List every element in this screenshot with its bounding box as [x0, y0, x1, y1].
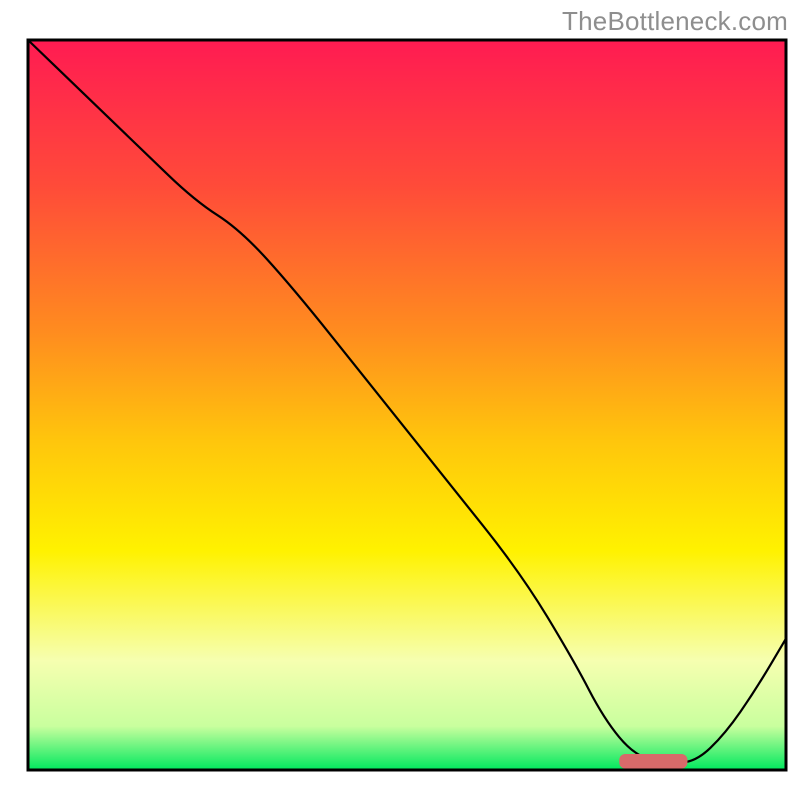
plot-area [28, 40, 786, 770]
chart-canvas [0, 0, 800, 800]
watermark-text: TheBottleneck.com [562, 6, 788, 37]
optimal-range-marker [619, 754, 687, 769]
bottleneck-chart: TheBottleneck.com [0, 0, 800, 800]
